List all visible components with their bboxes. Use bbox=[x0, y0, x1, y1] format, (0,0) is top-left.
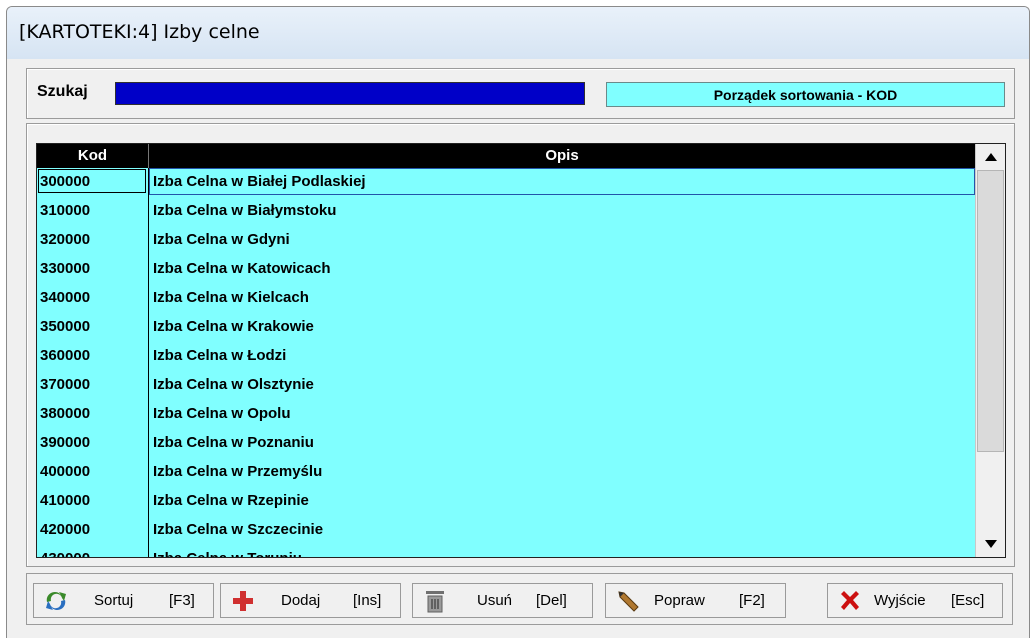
exit-button-shortcut: [Esc] bbox=[951, 592, 985, 609]
search-input[interactable] bbox=[115, 82, 585, 105]
table-row[interactable]: 420000 Izba Celna w Szczecinie bbox=[37, 516, 975, 545]
cell-kod[interactable]: 430000 bbox=[40, 545, 145, 557]
cell-opis[interactable]: Izba Celna w Toruniu bbox=[153, 545, 973, 557]
cell-opis[interactable]: Izba Celna w Przemyślu bbox=[153, 458, 973, 487]
trash-icon bbox=[426, 591, 444, 613]
cell-opis[interactable]: Izba Celna w Olsztynie bbox=[153, 371, 973, 400]
cell-kod[interactable]: 350000 bbox=[40, 313, 145, 342]
exit-button[interactable]: Wyjście [Esc] bbox=[827, 583, 1003, 618]
table-row[interactable]: 320000 Izba Celna w Gdyni bbox=[37, 226, 975, 255]
grid-header: Kod Opis bbox=[37, 144, 975, 168]
cell-opis[interactable]: Izba Celna w Białymstoku bbox=[153, 197, 973, 226]
edit-button-label: Popraw bbox=[654, 592, 705, 609]
column-header-kod[interactable]: Kod bbox=[37, 144, 149, 168]
add-button-shortcut: [Ins] bbox=[353, 592, 382, 609]
edit-button-shortcut: [F2] bbox=[739, 592, 765, 609]
sort-arrows-icon bbox=[46, 591, 66, 611]
cell-opis[interactable]: Izba Celna w Opolu bbox=[153, 400, 973, 429]
pencil-icon bbox=[618, 591, 639, 612]
table-row[interactable]: 310000 Izba Celna w Białymstoku bbox=[37, 197, 975, 226]
cell-opis[interactable]: Izba Celna w Gdyni bbox=[153, 226, 973, 255]
bottom-toolbar: Sortuj [F3] Dodaj [Ins] Usuń [Del] Popra… bbox=[26, 573, 1013, 625]
sort-button-shortcut: [F3] bbox=[169, 592, 195, 609]
cell-opis[interactable]: Izba Celna w Kielcach bbox=[153, 284, 973, 313]
vertical-scrollbar[interactable] bbox=[975, 144, 1005, 557]
add-button-label: Dodaj bbox=[281, 592, 321, 609]
cell-kod[interactable]: 360000 bbox=[40, 342, 145, 371]
title-bar: [KARTOTEKI:4] Izby celne bbox=[7, 7, 1029, 59]
cell-opis[interactable]: Izba Celna w Poznaniu bbox=[153, 429, 973, 458]
delete-button-label: Usuń bbox=[477, 592, 513, 609]
grid-rows: 300000 Izba Celna w Białej Podlaskiej 3100… bbox=[37, 168, 975, 557]
cell-kod[interactable]: 400000 bbox=[40, 458, 145, 487]
grid-panel: Kod Opis 300000 Izba Celna w Białej Podla… bbox=[26, 123, 1015, 567]
cell-kod[interactable]: 330000 bbox=[40, 255, 145, 284]
cell-opis[interactable]: Izba Celna w Katowicach bbox=[153, 255, 973, 284]
search-label: Szukaj bbox=[37, 83, 88, 100]
exit-button-label: Wyjście bbox=[874, 592, 926, 609]
arrow-up-icon bbox=[985, 153, 997, 161]
arrow-down-icon bbox=[985, 540, 997, 548]
table-row[interactable]: 380000 Izba Celna w Opolu bbox=[37, 400, 975, 429]
window-title: [KARTOTEKI:4] Izby celne bbox=[19, 21, 260, 43]
scroll-up-button[interactable] bbox=[976, 144, 1005, 170]
cell-opis[interactable]: Izba Celna w Szczecinie bbox=[153, 516, 973, 545]
cell-kod[interactable]: 420000 bbox=[40, 516, 145, 545]
cell-opis[interactable]: Izba Celna w Białej Podlaskiej bbox=[153, 168, 973, 197]
app-window: [KARTOTEKI:4] Izby celne Szukaj Porządek… bbox=[6, 6, 1030, 638]
add-button[interactable]: Dodaj [Ins] bbox=[220, 583, 401, 618]
cell-kod[interactable]: 340000 bbox=[40, 284, 145, 313]
close-x-icon bbox=[841, 591, 859, 610]
cell-kod[interactable]: 380000 bbox=[40, 400, 145, 429]
table-row[interactable]: 360000 Izba Celna w Łodzi bbox=[37, 342, 975, 371]
scroll-down-button[interactable] bbox=[976, 531, 1005, 557]
sort-button-label: Sortuj bbox=[94, 592, 134, 609]
data-grid[interactable]: Kod Opis 300000 Izba Celna w Białej Podla… bbox=[36, 143, 1006, 558]
delete-button-shortcut: [Del] bbox=[536, 592, 567, 609]
delete-button[interactable]: Usuń [Del] bbox=[412, 583, 593, 618]
column-header-opis[interactable]: Opis bbox=[149, 144, 975, 168]
table-row[interactable]: 400000 Izba Celna w Przemyślu bbox=[37, 458, 975, 487]
scroll-thumb[interactable] bbox=[977, 170, 1004, 452]
cell-opis[interactable]: Izba Celna w Krakowie bbox=[153, 313, 973, 342]
cell-kod[interactable]: 390000 bbox=[40, 429, 145, 458]
table-row[interactable]: 330000 Izba Celna w Katowicach bbox=[37, 255, 975, 284]
table-row[interactable]: 340000 Izba Celna w Kielcach bbox=[37, 284, 975, 313]
cell-kod[interactable]: 300000 bbox=[40, 168, 145, 197]
table-row[interactable]: 350000 Izba Celna w Krakowie bbox=[37, 313, 975, 342]
cell-opis[interactable]: Izba Celna w Łodzi bbox=[153, 342, 973, 371]
search-panel: Szukaj Porządek sortowania - KOD bbox=[26, 68, 1015, 119]
table-row[interactable]: 410000 Izba Celna w Rzepinie bbox=[37, 487, 975, 516]
sort-order-indicator: Porządek sortowania - KOD bbox=[606, 82, 1005, 107]
table-row[interactable]: 370000 Izba Celna w Olsztynie bbox=[37, 371, 975, 400]
table-row[interactable]: 430000 Izba Celna w Toruniu bbox=[37, 545, 975, 557]
edit-button[interactable]: Popraw [F2] bbox=[605, 583, 786, 618]
cell-opis[interactable]: Izba Celna w Rzepinie bbox=[153, 487, 973, 516]
table-row[interactable]: 300000 Izba Celna w Białej Podlaskiej bbox=[37, 168, 975, 197]
table-row[interactable]: 390000 Izba Celna w Poznaniu bbox=[37, 429, 975, 458]
cell-kod[interactable]: 320000 bbox=[40, 226, 145, 255]
cell-kod[interactable]: 410000 bbox=[40, 487, 145, 516]
cell-kod[interactable]: 370000 bbox=[40, 371, 145, 400]
sort-button[interactable]: Sortuj [F3] bbox=[33, 583, 214, 618]
plus-icon bbox=[233, 591, 253, 611]
cell-kod[interactable]: 310000 bbox=[40, 197, 145, 226]
